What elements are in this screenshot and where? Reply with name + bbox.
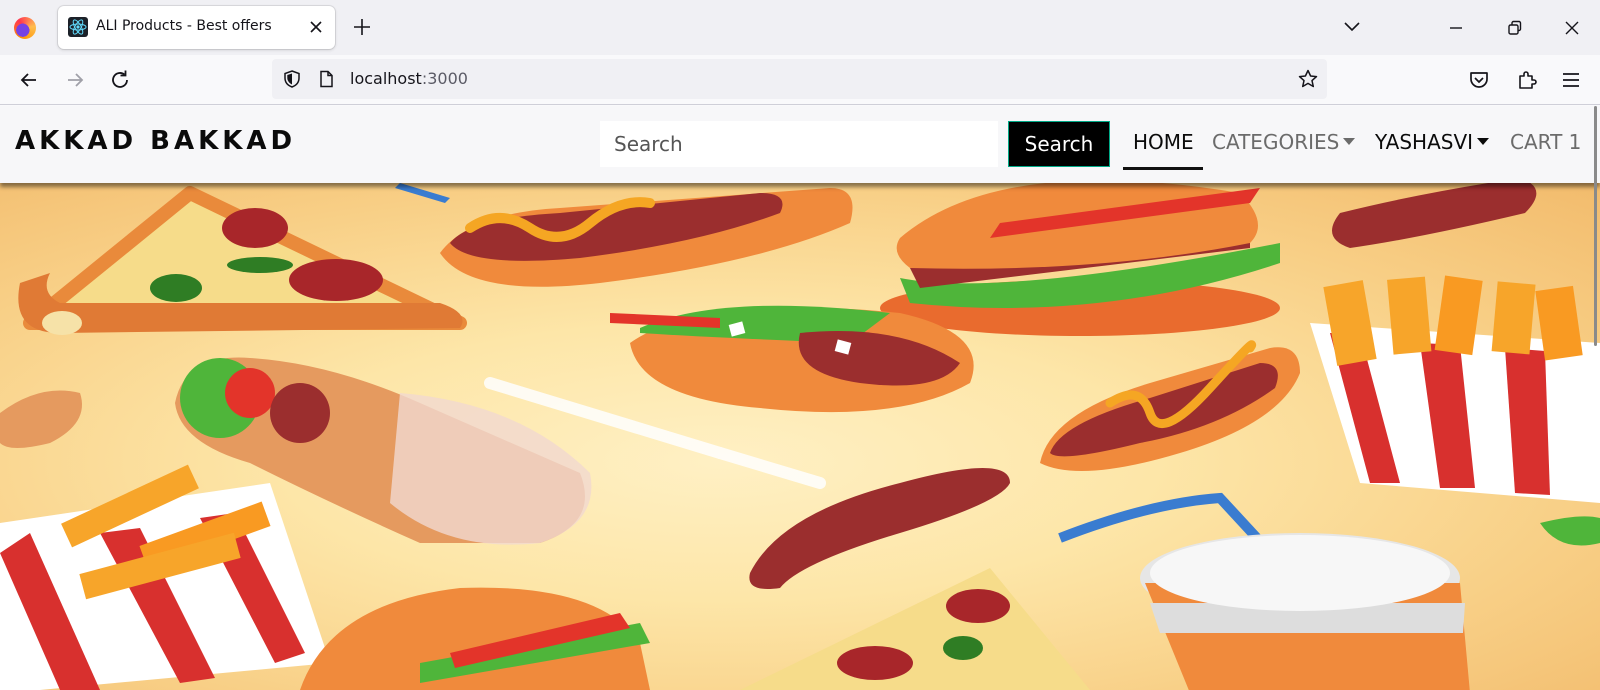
nav-user-label: YASHASVI xyxy=(1375,130,1474,154)
firefox-icon[interactable] xyxy=(14,17,36,39)
minimize-window-icon[interactable] xyxy=(1444,16,1468,40)
nav-categories-dropdown[interactable]: CATEGORIES xyxy=(1212,130,1356,154)
hotdog-top xyxy=(440,188,853,287)
taco xyxy=(610,305,974,413)
reload-icon[interactable] xyxy=(107,67,133,93)
active-nav-indicator xyxy=(1123,167,1203,170)
pocket-icon[interactable] xyxy=(1466,67,1492,93)
close-tab-icon[interactable] xyxy=(305,16,327,38)
straw-piece-top xyxy=(395,183,450,203)
shield-icon[interactable] xyxy=(282,69,302,89)
browser-toolbar: localhost:3000 xyxy=(0,55,1600,105)
nav-user-dropdown[interactable]: YASHASVI xyxy=(1375,130,1490,154)
restore-window-icon[interactable] xyxy=(1502,16,1526,40)
hero-banner xyxy=(0,183,1600,690)
menu-hamburger-icon[interactable] xyxy=(1558,67,1584,93)
fast-food-illustration xyxy=(0,183,1600,690)
url-text[interactable]: localhost:3000 xyxy=(350,69,468,88)
hotdog-right xyxy=(1040,340,1300,471)
react-favicon-icon xyxy=(68,17,88,37)
page-scrollbar[interactable] xyxy=(1594,106,1597,346)
caret-down-icon xyxy=(1343,138,1356,145)
wrap-piece-left xyxy=(0,390,82,448)
browser-tab-strip: ALI Products - Best offers xyxy=(0,0,1600,55)
page-icon[interactable] xyxy=(316,69,336,89)
browser-tab-active[interactable]: ALI Products - Best offers xyxy=(58,6,335,49)
site-brand-logo[interactable]: AKKAD BAKKAD xyxy=(15,126,296,156)
soda-cup xyxy=(1140,533,1470,690)
back-arrow-icon[interactable] xyxy=(16,67,42,93)
nav-home-link[interactable]: HOME xyxy=(1133,130,1194,154)
tab-title: ALI Products - Best offers xyxy=(96,18,272,34)
url-host: localhost xyxy=(350,69,422,88)
close-window-icon[interactable] xyxy=(1560,16,1584,40)
web-page: AKKAD BAKKAD Search HOME CATEGORIES YASH… xyxy=(0,106,1600,690)
lettuce-piece-right xyxy=(1540,516,1600,546)
fries-box-right xyxy=(1310,275,1600,503)
sausage-top-right xyxy=(1332,183,1537,248)
chevron-down-icon[interactable] xyxy=(1340,16,1364,38)
forward-arrow-icon[interactable] xyxy=(62,67,88,93)
bookmark-star-icon[interactable] xyxy=(1297,68,1319,90)
address-bar[interactable]: localhost:3000 xyxy=(272,59,1327,99)
sausage-middle xyxy=(749,468,1010,589)
search-button[interactable]: Search xyxy=(1008,121,1110,167)
search-input[interactable] xyxy=(600,121,998,167)
burger-bottom xyxy=(300,587,650,690)
pizza-slice-bottom xyxy=(740,568,1090,690)
fries-box-left xyxy=(0,464,330,690)
nav-cart-link[interactable]: CART 1 xyxy=(1510,130,1581,154)
pizza-slice xyxy=(18,186,467,335)
new-tab-icon[interactable] xyxy=(350,15,374,39)
caret-down-icon xyxy=(1477,138,1490,145)
extensions-puzzle-icon[interactable] xyxy=(1514,67,1540,93)
burger-top xyxy=(880,183,1280,336)
site-navbar: AKKAD BAKKAD Search HOME CATEGORIES YASH… xyxy=(0,106,1600,183)
nav-categories-label: CATEGORIES xyxy=(1212,130,1340,154)
url-port: :3000 xyxy=(421,69,468,88)
